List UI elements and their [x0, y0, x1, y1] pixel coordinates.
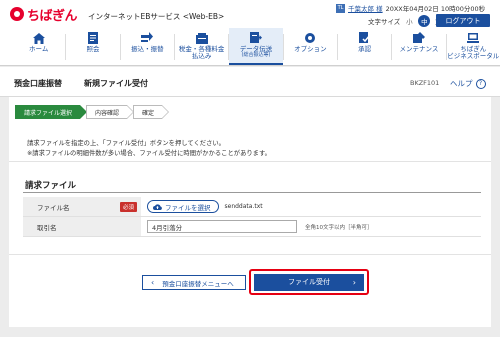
instruction-line: 請求ファイルを指定の上、「ファイル受付」ボタンを押してください。	[27, 140, 225, 147]
logo[interactable]: ちばぎん	[10, 6, 78, 24]
home-icon	[32, 32, 46, 44]
last-login: 20XX年04月02日 10時00分00秒	[385, 5, 486, 13]
tax-payment-icon	[195, 32, 209, 44]
form-value-cell: 全角10文字以内［半角可］	[141, 217, 481, 236]
nav-tax-payment[interactable]: 税金・各種料金 払込み	[175, 28, 228, 65]
nav-label: 承認	[358, 45, 372, 53]
step-finalize: 確定	[133, 105, 170, 119]
file-accept-label: ファイル受付	[288, 278, 330, 286]
page-title-bar: 預金口座振替 新規ファイル受付 BKZF101 ヘルプ ?	[0, 67, 500, 97]
logo-text: ちばぎん	[27, 8, 78, 24]
choose-file-label: ファイルを選択	[165, 203, 211, 212]
logout-button[interactable]: ログアウト	[436, 14, 490, 27]
cloud-upload-icon	[153, 203, 162, 210]
nav-label: 照会	[86, 45, 100, 53]
help-label: ヘルプ	[450, 79, 473, 88]
approval-icon	[358, 32, 372, 44]
inquiry-icon	[86, 32, 100, 44]
file-name-label: ファイル名	[37, 203, 70, 212]
nav-option[interactable]: オプション	[284, 28, 337, 65]
page-title: 預金口座振替	[14, 79, 62, 88]
form-value-cell: ファイルを選択 senddata.txt	[141, 197, 481, 216]
section-rule	[23, 192, 481, 193]
transaction-name-label: 取引名	[37, 223, 57, 232]
divider	[9, 161, 491, 162]
nav-label-line2: ビジネスポータル	[447, 52, 500, 61]
font-small-button[interactable]: 小	[403, 15, 415, 27]
nav-transfer[interactable]: 振込・振替	[121, 28, 174, 65]
back-to-menu-button[interactable]: ‹ 預金口座振替メニューへ	[142, 275, 246, 290]
nav-label: オプション	[294, 45, 327, 53]
form-label-cell: 取引名	[23, 217, 141, 236]
chevron-right-icon: ›	[352, 277, 356, 287]
form-row-file: ファイル名 必須 ファイルを選択 senddata.txt	[23, 197, 481, 217]
page-subtitle: 新規ファイル受付	[84, 79, 148, 88]
global-nav: ホーム 照会 振込・振替 税金・各種料金 払込み データ伝送 (総合振込等) オ…	[0, 28, 500, 66]
nav-sub-label: (総合振込等)	[241, 52, 271, 59]
highlight-frame: ファイル受付 ›	[249, 269, 369, 295]
choose-file-button[interactable]: ファイルを選択	[147, 200, 219, 213]
screen-id: BKZF101	[410, 79, 440, 87]
selected-file-name: senddata.txt	[224, 203, 263, 210]
required-badge: 必須	[119, 201, 137, 212]
form-table: ファイル名 必須 ファイルを選択 senddata.txt 取引名 全角10文字…	[23, 197, 481, 237]
font-size-control: 文字サイズ 小 中 大	[368, 15, 445, 27]
option-icon	[303, 32, 317, 44]
nav-maintenance[interactable]: メンテナンス	[392, 28, 445, 65]
nav-data-transmission[interactable]: データ伝送 (総合振込等)	[229, 28, 283, 65]
nav-label: メンテナンス	[399, 45, 439, 53]
logo-mark-icon	[10, 7, 24, 21]
input-hint: 全角10文字以内［半角可］	[305, 224, 373, 231]
main-panel: 請求ファイル選択 内容確認 確定 請求ファイルを指定の上、「ファイル受付」ボタン…	[9, 97, 491, 327]
help-link[interactable]: ヘルプ ?	[450, 78, 486, 89]
user-info: TL 千葉太郎 様 20XX年04月02日 10時00分00秒	[336, 3, 485, 13]
step-indicator: 請求ファイル選択 内容確認 確定	[15, 105, 170, 119]
nav-label-line2: 払込み	[191, 52, 212, 61]
nav-approval[interactable]: 承認	[338, 28, 391, 65]
service-name: インターネットEBサービス <Web-EB>	[88, 12, 225, 21]
header: ちばぎん インターネットEBサービス <Web-EB> TL 千葉太郎 様 20…	[0, 0, 500, 28]
nav-label: 振込・振替	[131, 45, 164, 53]
nav-home[interactable]: ホーム	[12, 28, 65, 65]
section-title: 請求ファイル	[25, 181, 77, 191]
help-icon: ?	[475, 78, 486, 89]
nav-label: ホーム	[29, 45, 49, 53]
file-accept-button[interactable]: ファイル受付 ›	[254, 273, 364, 291]
instruction-note: ※請求ファイルの明細件数が多い場合、ファイル受付に時間がかかることがあります。	[27, 149, 271, 157]
nav-inquiry[interactable]: 照会	[66, 28, 119, 65]
instructions: 請求ファイルを指定の上、「ファイル受付」ボタンを押してください。 ※請求ファイル…	[27, 139, 271, 159]
data-transmission-icon	[249, 32, 263, 44]
transaction-name-input[interactable]	[147, 220, 297, 233]
transfer-icon	[140, 32, 154, 44]
user-icon: TL	[336, 3, 345, 13]
form-label-cell: ファイル名 必須	[23, 197, 141, 216]
portal-icon	[466, 32, 480, 44]
font-mid-button[interactable]: 中	[418, 15, 431, 27]
font-size-label: 文字サイズ	[368, 18, 401, 26]
form-row-transaction-name: 取引名 全角10文字以内［半角可］	[23, 217, 481, 237]
nav-business-portal[interactable]: ちばぎん ビジネスポータル	[447, 28, 500, 65]
back-to-menu-label: 預金口座振替メニューへ	[162, 279, 234, 288]
user-name-link[interactable]: 千葉太郎 様	[348, 3, 383, 13]
step-confirm-content: 内容確認	[86, 105, 135, 119]
divider	[9, 254, 491, 255]
maintenance-icon	[412, 32, 426, 44]
chevron-left-icon: ‹	[151, 278, 155, 287]
step-select-file: 請求ファイル選択	[15, 105, 88, 119]
